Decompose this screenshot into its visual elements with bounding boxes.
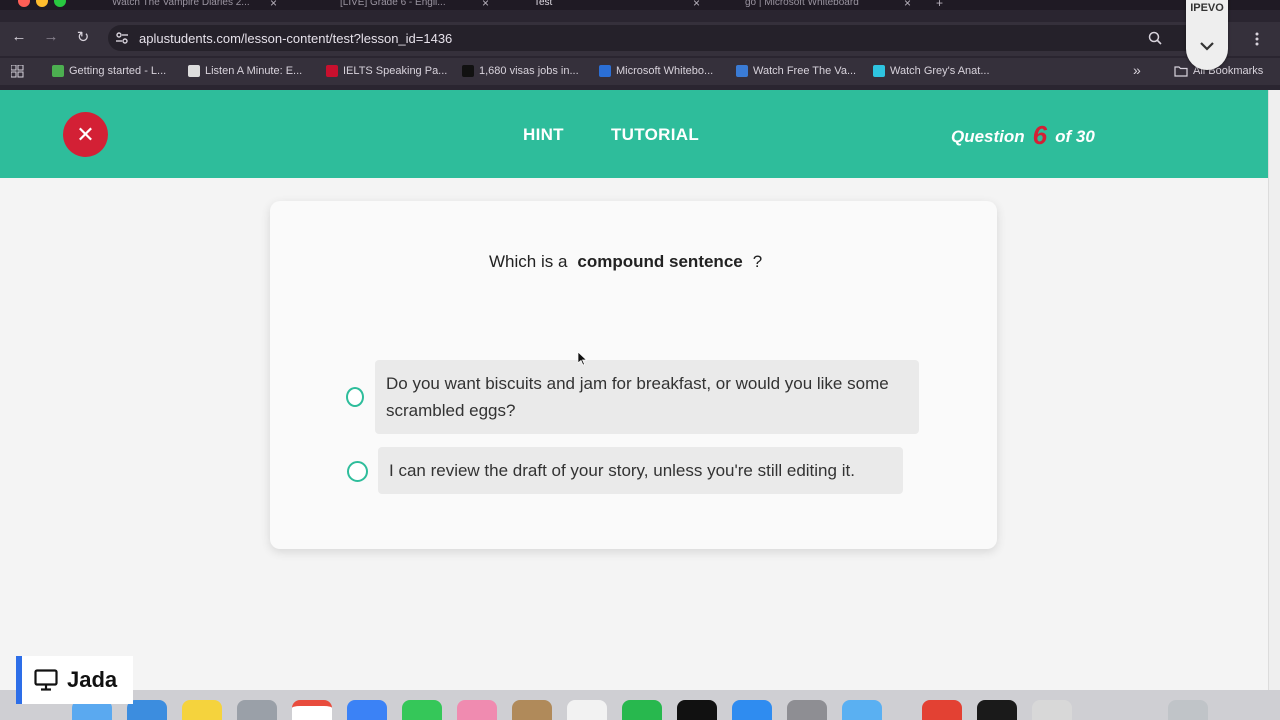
system-settings-icon[interactable] <box>787 700 827 720</box>
screen: Watch The Vampire Diaries 2... × [LIVE] … <box>0 0 1280 720</box>
tab-close-icon[interactable]: × <box>693 0 700 10</box>
question-word: Question <box>951 127 1025 146</box>
apple-tv-icon[interactable] <box>677 700 717 720</box>
chevron-down-icon[interactable] <box>1199 38 1215 54</box>
bookmark-label: Watch Grey's Anat... <box>890 65 990 77</box>
option-radio-1[interactable] <box>346 387 364 407</box>
tab-live-grade6[interactable]: [LIVE] Grade 6 - Engli... <box>340 0 450 10</box>
numbers-icon[interactable] <box>622 700 662 720</box>
answer-option-2[interactable]: I can review the draft of your story, un… <box>378 447 903 494</box>
all-bookmarks-folder[interactable]: All Bookmarks <box>1174 65 1263 77</box>
hint-button[interactable]: HINT <box>523 125 564 145</box>
contacts-icon[interactable] <box>512 700 552 720</box>
chrome-icon[interactable] <box>922 700 962 720</box>
question-counter: Question 6 of 30 <box>951 120 1095 151</box>
launchpad-icon[interactable] <box>237 700 277 720</box>
calendar-icon[interactable] <box>292 700 332 720</box>
tab-label: Test <box>534 0 553 8</box>
bookmark-label: Watch Free The Va... <box>753 65 857 77</box>
tab-close-icon[interactable]: × <box>270 0 277 10</box>
ipevo-label: IPEVO <box>1190 2 1224 14</box>
bookmark-watch-free[interactable]: Watch Free The Va... <box>736 65 856 77</box>
question-number: 6 <box>1032 120 1048 150</box>
apps-grid-icon[interactable] <box>11 65 24 78</box>
tab-label: go | Microsoft Whiteboard <box>745 0 859 8</box>
option-radio-2[interactable] <box>347 461 368 482</box>
forward-icon[interactable]: → <box>41 28 61 45</box>
bookmark-getting-started[interactable]: Getting started - L... <box>52 65 166 77</box>
whiteboard-icon <box>599 65 611 77</box>
mouse-cursor-icon <box>578 352 588 366</box>
bookmark-label: 1,680 visas jobs in... <box>479 65 579 77</box>
tutorial-button[interactable]: TUTORIAL <box>611 125 699 145</box>
uk-flag-icon <box>326 65 338 77</box>
bookmark-label: IELTS Speaking Pa... <box>343 65 448 77</box>
site-settings-icon[interactable] <box>115 31 129 45</box>
monitor-icon <box>34 669 58 691</box>
answer-option-1[interactable]: Do you want biscuits and jam for breakfa… <box>375 360 919 434</box>
bookmark-label: Microsoft Whitebo... <box>616 65 714 77</box>
mail-icon[interactable] <box>347 700 387 720</box>
bookmark-microsoft-whiteboard[interactable]: Microsoft Whitebo... <box>599 65 713 77</box>
photos-icon[interactable] <box>457 700 497 720</box>
bookmark-greys-anatomy[interactable]: Watch Grey's Anat... <box>873 65 990 77</box>
folder-icon <box>1174 66 1188 77</box>
bookmarks-overflow-icon[interactable]: » <box>1133 62 1141 78</box>
tab-close-icon[interactable]: × <box>904 0 911 10</box>
answer-option-text: I can review the draft of your story, un… <box>389 461 855 480</box>
tab-microsoft-whiteboard[interactable]: go | Microsoft Whiteboard <box>745 0 885 10</box>
safari-icon[interactable] <box>127 700 167 720</box>
preview-icon[interactable] <box>842 700 882 720</box>
trash-icon[interactable] <box>1168 700 1208 720</box>
calculator-icon[interactable] <box>1032 700 1072 720</box>
new-tab-icon[interactable]: + <box>936 0 943 10</box>
bookmark-visas-jobs[interactable]: 1,680 visas jobs in... <box>462 65 579 77</box>
browser-menu-icon[interactable] <box>1254 31 1260 47</box>
question-total: of 30 <box>1055 127 1095 146</box>
favicon-icon <box>52 65 64 77</box>
url-text: aplustudents.com/lesson-content/test?les… <box>139 31 453 46</box>
tab-label: Watch The Vampire Diaries 2... <box>112 0 250 8</box>
bookmark-label: Listen A Minute: E... <box>205 65 303 77</box>
close-quiz-button[interactable]: ✕ <box>63 112 108 157</box>
favicon-icon <box>736 65 748 77</box>
bookmark-listen-a-minute[interactable]: Listen A Minute: E... <box>188 65 302 77</box>
question-prompt: Which is a compound sentence? <box>489 252 762 272</box>
presenter-name: Jada <box>67 667 118 692</box>
xp-pen-icon[interactable] <box>977 700 1017 720</box>
notes-icon[interactable] <box>182 700 222 720</box>
tab-close-icon[interactable]: × <box>482 0 489 10</box>
reminders-icon[interactable] <box>567 700 607 720</box>
app-store-icon[interactable] <box>732 700 772 720</box>
tab-vampire-diaries[interactable]: Watch The Vampire Diaries 2... <box>112 0 262 10</box>
reload-icon[interactable]: ↻ <box>73 28 93 46</box>
tab-test[interactable]: Test <box>534 0 654 10</box>
tab-label: [LIVE] Grade 6 - Engli... <box>340 0 446 8</box>
favicon-icon <box>188 65 200 77</box>
presenter-label: Jada <box>16 656 133 704</box>
bookmark-label: Getting started - L... <box>69 65 167 77</box>
play-icon <box>873 65 885 77</box>
prompt-keyword: compound sentence <box>577 252 743 271</box>
page-scrollbar[interactable] <box>1268 90 1280 690</box>
prompt-text: Which is a <box>489 252 568 271</box>
back-icon[interactable]: ← <box>9 28 29 45</box>
messages-icon[interactable] <box>402 700 442 720</box>
bookmark-ielts-speaking[interactable]: IELTS Speaking Pa... <box>326 65 447 77</box>
favicon-icon <box>462 65 474 77</box>
answer-option-text: Do you want biscuits and jam for breakfa… <box>386 374 889 420</box>
zoom-icon[interactable] <box>1148 31 1162 45</box>
prompt-question-mark: ? <box>752 252 763 271</box>
